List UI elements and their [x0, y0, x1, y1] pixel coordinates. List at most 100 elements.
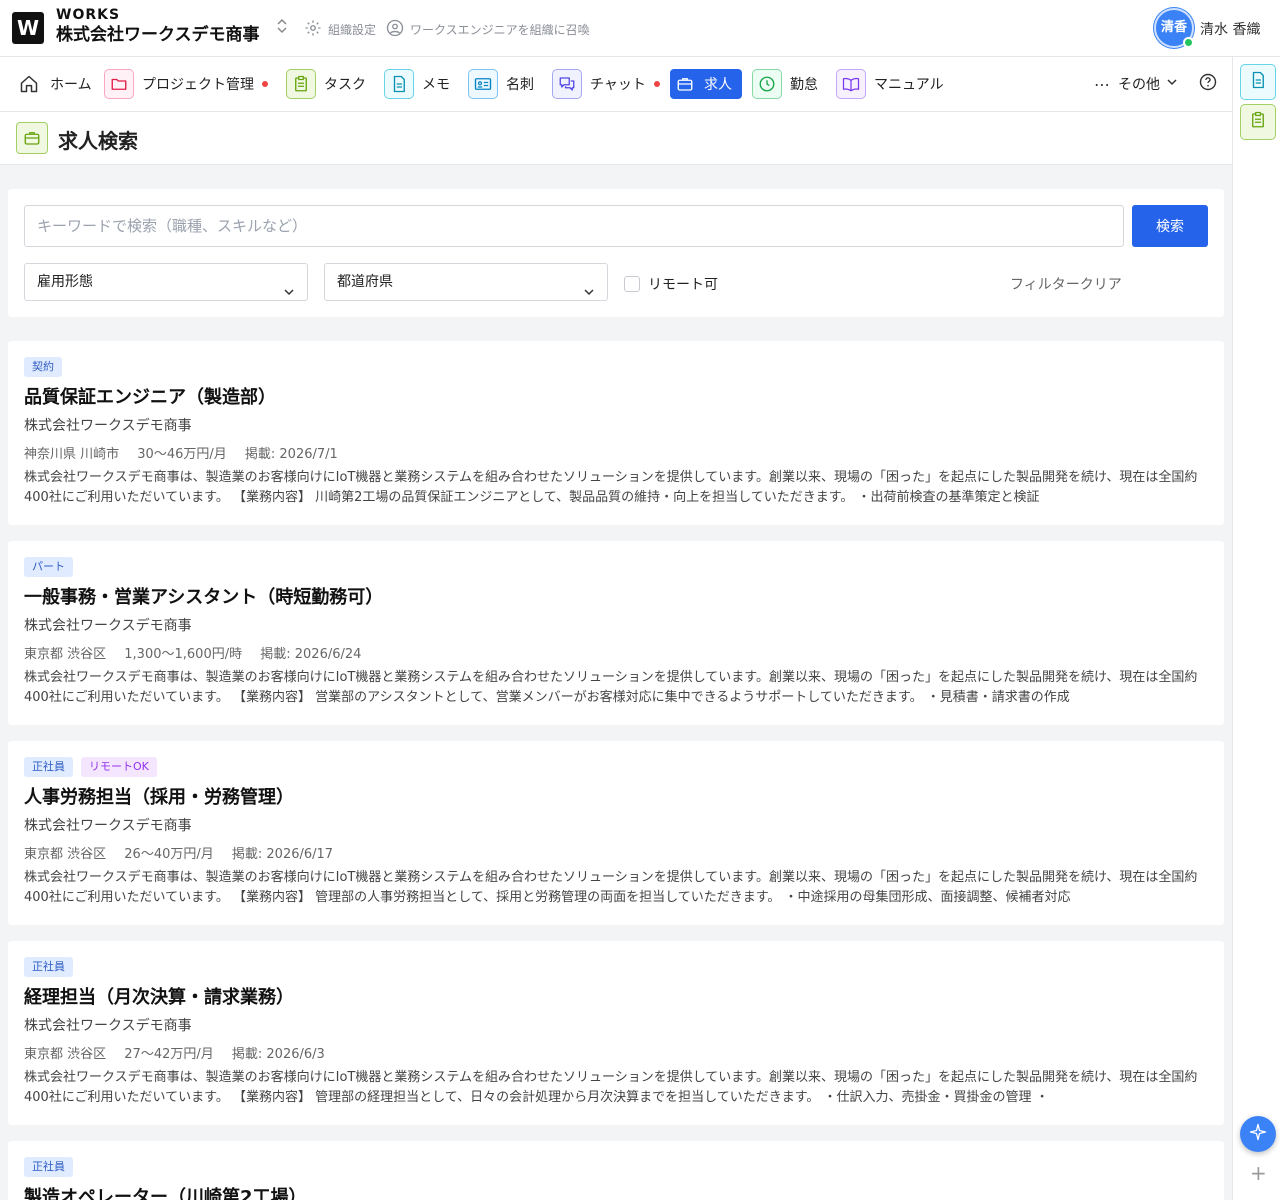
- job-description: 株式会社ワークスデモ商事は、製造業のお客様向けにIoT機器と業務システムを組み合…: [24, 870, 1198, 905]
- job-salary: 1,300〜1,600円/時: [124, 647, 243, 662]
- job-salary: 27〜42万円/月: [124, 1047, 214, 1062]
- nav-label: チャット: [590, 77, 646, 93]
- job-meta: 東京都 渋谷区 26〜40万円/月 掲載: 2026/6/17: [24, 843, 347, 862]
- id-card-icon: [468, 69, 498, 99]
- org-name[interactable]: 株式会社ワークスデモ商事: [56, 23, 260, 47]
- search-button[interactable]: 検索: [1132, 205, 1208, 247]
- remote-filter[interactable]: リモート可: [624, 274, 718, 294]
- nav-item-jobs[interactable]: 求人: [670, 69, 742, 99]
- job-location: 東京都 渋谷区: [24, 647, 107, 662]
- search-input[interactable]: [24, 205, 1124, 247]
- job-card[interactable]: 正社員 リモートOK 人事労務担当（採用・労務管理） 株式会社ワークスデモ商事 …: [8, 741, 1224, 925]
- employment-type-badge: パート: [24, 557, 73, 577]
- employment-type-badge: 正社員: [24, 757, 73, 777]
- chat-icon: [552, 69, 582, 99]
- nav-label: 求人: [704, 77, 732, 93]
- user-name[interactable]: 清水 香織: [1200, 19, 1260, 39]
- job-posted-date: 掲載: 2026/7/1: [244, 447, 338, 462]
- nav-item-attendance[interactable]: 勤怠: [752, 69, 818, 99]
- presence-indicator: [1183, 37, 1194, 48]
- job-card[interactable]: パート 一般事務・営業アシスタント（時短勤務可） 株式会社ワークスデモ商事 東京…: [8, 541, 1224, 725]
- clipboard-icon: [1249, 111, 1267, 133]
- rail-memo-button[interactable]: [1240, 64, 1276, 100]
- brand: WORKS 株式会社ワークスデモ商事: [56, 7, 260, 47]
- nav-item-manual[interactable]: マニュアル: [836, 69, 944, 99]
- job-location: 神奈川県 川崎市: [24, 447, 120, 462]
- job-card[interactable]: 正社員 経理担当（月次決算・請求業務） 株式会社ワークスデモ商事 東京都 渋谷区…: [8, 941, 1224, 1125]
- job-company: 株式会社ワークスデモ商事: [24, 818, 192, 834]
- job-card[interactable]: 正社員 製造オペレーター（川崎第2工場）: [8, 1141, 1224, 1200]
- more-dots-icon: ⋯: [1094, 74, 1110, 94]
- nav-item-home[interactable]: ホーム: [14, 69, 92, 99]
- nav-item-tasks[interactable]: タスク: [286, 69, 366, 99]
- job-tags: パート: [24, 557, 73, 577]
- invite-link[interactable]: ワークスエンジニアを組織に召喚: [386, 19, 590, 40]
- rail-tasks-button[interactable]: [1240, 104, 1276, 140]
- brand-works: WORKS: [56, 7, 121, 23]
- clipboard-icon: [286, 69, 316, 99]
- page-title: 求人検索: [58, 129, 138, 153]
- job-posted-date: 掲載: 2026/6/3: [231, 1047, 325, 1062]
- notification-dot: [653, 81, 660, 87]
- job-company: 株式会社ワークスデモ商事: [24, 618, 192, 634]
- plus-icon[interactable]: +: [1250, 1161, 1267, 1185]
- job-title[interactable]: 経理担当（月次決算・請求業務）: [24, 983, 294, 1009]
- job-meta: 東京都 渋谷区 1,300〜1,600円/時 掲載: 2026/6/24: [24, 643, 375, 662]
- job-tags: 正社員 リモートOK: [24, 757, 157, 777]
- nav-item-memo[interactable]: メモ: [384, 69, 450, 99]
- nav-label: メモ: [422, 77, 450, 93]
- job-salary: 26〜40万円/月: [124, 847, 214, 862]
- nav-label: マニュアル: [874, 77, 944, 93]
- nav-label: 名刺: [506, 77, 534, 93]
- ai-assistant-button[interactable]: [1240, 1116, 1276, 1152]
- job-tags: 正社員: [24, 957, 73, 977]
- page-header: 求人検索: [0, 112, 1232, 165]
- nav-item-projects[interactable]: プロジェクト管理: [104, 69, 268, 99]
- job-title[interactable]: 品質保証エンジニア（製造部）: [24, 383, 276, 409]
- job-posted-date: 掲載: 2026/6/24: [260, 647, 362, 662]
- document-icon: [384, 69, 414, 99]
- employment-type-select[interactable]: 雇用形態: [24, 263, 308, 301]
- gear-icon: [304, 19, 322, 40]
- job-location: 東京都 渋谷区: [24, 1047, 107, 1062]
- search-panel: 検索 雇用形態 都道府県 リモート可 フィルタークリア: [8, 189, 1224, 317]
- job-description: 株式会社ワークスデモ商事は、製造業のお客様向けにIoT機器と業務システムを組み合…: [24, 470, 1198, 505]
- clock-icon: [752, 69, 782, 99]
- nav-item-business-cards[interactable]: 名刺: [468, 69, 534, 99]
- remote-checkbox[interactable]: [624, 276, 640, 292]
- nav-item-chat[interactable]: チャット: [552, 69, 660, 99]
- job-title[interactable]: 製造オペレーター（川崎第2工場）: [24, 1183, 307, 1200]
- right-rail: +: [1232, 57, 1280, 1200]
- folder-icon: [104, 69, 134, 99]
- org-settings-link[interactable]: 組織設定: [304, 19, 376, 40]
- job-meta: 神奈川県 川崎市 30〜46万円/月 掲載: 2026/7/1: [24, 443, 352, 462]
- job-title[interactable]: 一般事務・営業アシスタント（時短勤務可）: [24, 583, 383, 609]
- main-nav: ホーム プロジェクト管理 タスク メモ 名刺 チャット 求人 勤怠 マニュアル …: [0, 57, 1232, 112]
- job-tags: 契約: [24, 357, 62, 377]
- document-icon: [1249, 71, 1267, 93]
- remote-label: リモート可: [648, 277, 718, 293]
- notification-dot: [262, 81, 268, 87]
- job-card[interactable]: 契約 品質保証エンジニア（製造部） 株式会社ワークスデモ商事 神奈川県 川崎市 …: [8, 341, 1224, 525]
- works-logo[interactable]: W: [12, 12, 44, 44]
- clear-filters-button[interactable]: フィルタークリア: [1010, 274, 1122, 294]
- book-icon: [836, 69, 866, 99]
- employment-type-badge: 契約: [24, 357, 62, 377]
- org-switch-icon[interactable]: [276, 18, 288, 38]
- chevron-down-icon: [283, 276, 295, 312]
- invite-label: ワークスエンジニアを組織に召喚: [410, 23, 590, 37]
- sparkle-icon: [1249, 1123, 1267, 1145]
- employment-type-badge: 正社員: [24, 957, 73, 977]
- job-salary: 30〜46万円/月: [137, 447, 227, 462]
- job-description: 株式会社ワークスデモ商事は、製造業のお客様向けにIoT機器と業務システムを組み合…: [24, 670, 1198, 705]
- prefecture-select[interactable]: 都道府県: [324, 263, 608, 301]
- nav-more-label: その他: [1118, 77, 1160, 93]
- employment-type-value: 雇用形態: [37, 274, 93, 290]
- nav-more-button[interactable]: ⋯ その他: [1094, 69, 1178, 99]
- job-title[interactable]: 人事労務担当（採用・労務管理）: [24, 783, 294, 809]
- job-company: 株式会社ワークスデモ商事: [24, 418, 192, 434]
- prefecture-value: 都道府県: [337, 274, 393, 290]
- job-posted-date: 掲載: 2026/6/17: [231, 847, 334, 862]
- nav-label: タスク: [324, 77, 366, 93]
- help-button[interactable]: [1198, 69, 1218, 99]
